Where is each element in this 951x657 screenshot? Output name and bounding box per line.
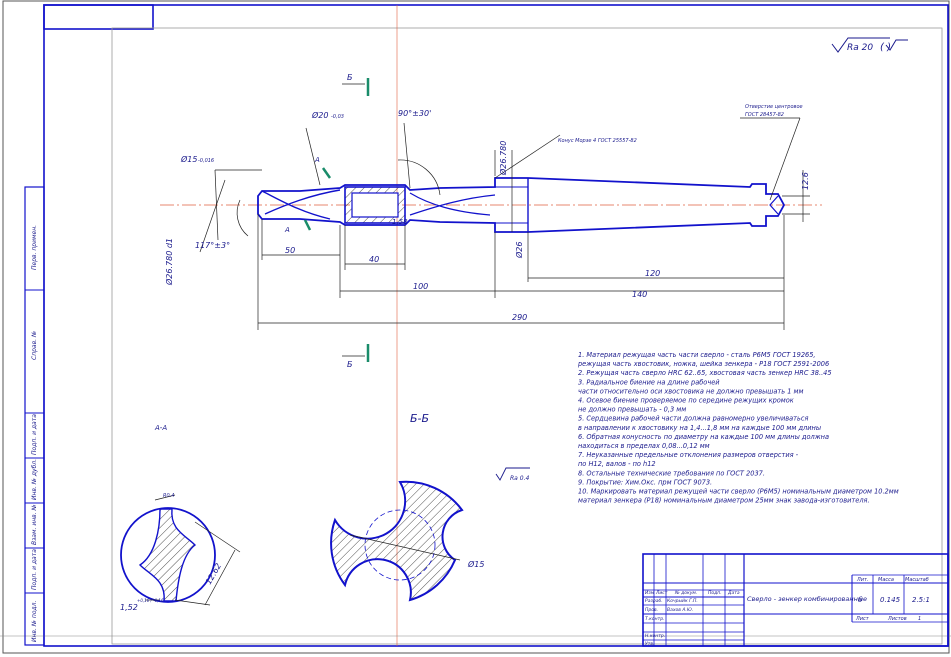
note-line: 10. Маркировать материал режущей части с…	[578, 488, 899, 496]
note-line: материал зенкера (Р18) номинальным диаме…	[578, 497, 870, 505]
dim-12-6: 12.6	[801, 172, 810, 190]
drawing-canvas: Перв. примен. Справ. № Подп. и дата Инв.…	[0, 0, 951, 654]
dim-290: 290	[512, 313, 527, 322]
aa-152: 1,52	[120, 603, 138, 612]
strip-label-1: Перв. примен.	[31, 225, 38, 270]
tb-massa: 0.145	[880, 596, 901, 604]
dim-d15-tol: -0,016	[198, 158, 214, 164]
dim-d26-780-left: Ø26.780 d1	[164, 238, 174, 286]
dimension-labels: Ø20 -0,03 90°±30' Ø15 -0,016 Ø26.780 Кон…	[164, 104, 810, 322]
aa-152-tol: +0,16 / -0,16	[137, 598, 164, 603]
dim-chamfer: 1,58	[392, 218, 408, 226]
section-d15: Ø15	[467, 559, 484, 569]
format-corner	[43, 4, 154, 30]
note-line: не должно превышать - 0,3 мм	[578, 406, 686, 414]
technical-notes: 1. Материал режущая часть части сверло -…	[577, 351, 899, 505]
section-bb-shape	[330, 480, 464, 602]
tb-prov: Пров.	[645, 607, 658, 613]
tb-h-podp: Подп.	[708, 590, 722, 596]
note-line: 3. Радиальное биение на длине рабочей	[578, 378, 720, 386]
tb-razrab-name: Кочрыйк Г.П.	[667, 598, 698, 604]
title-block-text: Изм Лист № докум. Подп. Дата Разраб. Коч…	[645, 577, 930, 647]
dim-d26-780-top: Ø26.780	[498, 141, 508, 176]
label-b-bottom: Б	[347, 360, 353, 369]
strip-label-6: Подп. и дата	[31, 549, 38, 590]
note-line: в направлении к хвостовику на 1,4...1,8 …	[578, 424, 821, 432]
note-line: 8. Остальные технические требования по Г…	[578, 469, 765, 477]
tb-h-lit: Лит.	[856, 577, 869, 583]
tb-h-list2: Лист	[855, 616, 870, 622]
tb-name: Сверло - зенкер комбинированные	[747, 595, 867, 603]
tb-listov: 1	[918, 616, 921, 622]
view-aa-title: А-А	[154, 424, 167, 432]
roughness-bracket: ( )	[880, 42, 891, 53]
section-roughness: Ra 0.4	[510, 475, 529, 482]
dim-40: 40	[369, 255, 379, 264]
note-line: режущая часть хвостовик, ножка, шейка зе…	[577, 360, 829, 368]
strip-label-5: Взам. инв. №	[31, 504, 38, 545]
tb-lit: б	[858, 596, 863, 604]
tb-h-list: Лист	[655, 590, 668, 596]
thread-inner	[351, 192, 399, 218]
strip-label-4: Инв. № дубл.	[31, 459, 38, 500]
tb-h-ndok: № докум.	[674, 590, 697, 596]
tb-prov-name: Вахов А.Ю.	[667, 607, 693, 613]
dim-d15: Ø15	[180, 154, 197, 164]
tb-h-listov: Листов	[887, 616, 907, 622]
dim-angle-90: 90°±30'	[398, 109, 431, 118]
tb-h-izm: Изм	[645, 590, 655, 596]
aa-12-62: 12.62	[204, 562, 223, 586]
page-border	[2, 0, 950, 654]
tb-tkontr: Т.контр.	[645, 616, 665, 622]
dim-100: 100	[413, 282, 428, 291]
strip-label-2: Справ. №	[31, 331, 38, 360]
label-b-top: Б	[347, 73, 353, 82]
inner-sheet	[111, 27, 943, 645]
center-holes-std: ГОСТ 28457-82	[745, 112, 784, 118]
dim-140: 140	[632, 290, 647, 299]
view-aa-web	[138, 508, 197, 602]
tb-nkontr: Н.контр.	[645, 633, 665, 639]
dim-angle-117: 117°±3°	[195, 241, 230, 250]
tool-main-view	[160, 177, 822, 233]
dim-d20-tol: -0,03	[331, 114, 344, 120]
roughness-sign: Ra 20 ( )	[831, 37, 908, 53]
note-line: части относительно оси хвостовика не дол…	[578, 387, 803, 395]
note-line: 6. Обратная конусность по диаметру на ка…	[578, 433, 829, 441]
dim-50: 50	[285, 246, 295, 255]
section-bb-title: Б-Б	[410, 412, 429, 425]
center-holes-title: Отверстие центровое	[745, 104, 803, 110]
strip-label-7: Инв. № подл.	[31, 601, 38, 642]
aa-r04: R0.4	[163, 493, 174, 499]
tb-utv: Утв.	[645, 641, 654, 647]
label-a-bottom: А	[284, 226, 290, 234]
note-line: 7. Неуказанные предельные отклонения раз…	[578, 451, 799, 459]
tb-h-data: Дата	[727, 590, 740, 596]
dim-d26: Ø26	[514, 242, 524, 259]
side-strip: Перв. примен. Справ. № Подп. и дата Инв.…	[24, 186, 45, 646]
note-line: находиться в пределах 0,08...0,12 мм	[578, 442, 710, 450]
note-line: по Н12, валов - по h12	[578, 460, 656, 468]
dim-120: 120	[645, 269, 660, 278]
strip-label-3: Подп. и дата	[31, 414, 38, 455]
note-line: 5. Сердцевина рабочей части должна равно…	[578, 415, 809, 423]
note-line: 2. Режущая часть сверло HRC 62..65, хвос…	[578, 369, 832, 377]
tb-razrab: Разраб.	[645, 598, 663, 604]
dim-d20: Ø20	[311, 110, 328, 120]
note-line: 1. Материал режущая часть части сверло -…	[578, 351, 816, 359]
tb-h-masshtab: Масштаб	[905, 577, 929, 583]
roughness-main: Ra 20	[847, 43, 873, 53]
tb-h-massa: Масса	[878, 577, 894, 583]
section-bb-view: Б-Б Ra 0.4 Ø15	[330, 412, 530, 602]
note-line: 9. Покрытие: Хим.Окс. прм ГОСТ 9073.	[578, 478, 712, 486]
note-line: 4. Осевое биение проверяемое по середине…	[578, 397, 794, 405]
morse-note: Конус Морзе 4 ГОСТ 25557-82	[558, 138, 637, 144]
view-aa: А-А R0.4 1,52 +0,16 / -0,16 12.62	[120, 424, 241, 612]
tb-masshtab: 2.5:1	[912, 596, 930, 604]
